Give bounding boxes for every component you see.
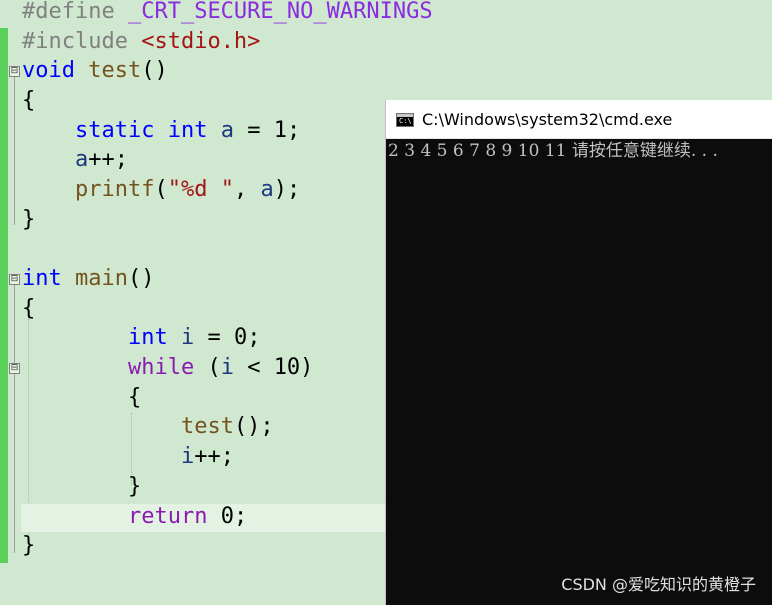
code-line[interactable]: return 0; <box>22 502 247 532</box>
keyword: int <box>22 266 62 291</box>
console-output: 2 3 4 5 6 7 8 9 10 11 请按任意键继续. . . <box>388 141 718 161</box>
code-line[interactable]: int main() <box>22 264 154 294</box>
macro-name: _CRT_SECURE_NO_WARNINGS <box>127 0 433 24</box>
csdn-watermark: CSDN @爱吃知识的黄橙子 <box>561 575 756 594</box>
code-line[interactable]: void test() <box>22 56 168 86</box>
code-text: } <box>22 533 36 558</box>
control-keyword: return <box>127 504 208 529</box>
code-text: () <box>127 266 155 291</box>
code-line[interactable]: int i = 0; <box>22 323 260 353</box>
function-name: printf <box>74 177 155 202</box>
code-text: 0; <box>207 504 248 529</box>
keyword: int <box>127 325 168 350</box>
code-text: < 10) <box>233 355 314 380</box>
code-line[interactable]: printf("%d ", a); <box>22 175 300 205</box>
code-text: ++; <box>194 444 234 469</box>
preprocessor-directive: #define <box>22 0 128 24</box>
code-text: ( <box>154 177 168 202</box>
code-text: { <box>22 296 36 321</box>
code-text: ); <box>273 177 301 202</box>
code-line[interactable]: #include <stdio.h> <box>22 27 260 57</box>
change-tracking-bar <box>0 28 8 563</box>
control-keyword: while <box>127 355 195 380</box>
fold-guide-test <box>14 77 15 225</box>
code-text: () <box>141 58 168 83</box>
code-text: { <box>127 385 142 410</box>
code-line[interactable]: test(); <box>22 412 274 442</box>
code-line[interactable]: } <box>22 531 35 561</box>
variable: i <box>180 325 195 350</box>
code-line[interactable]: { <box>22 383 141 413</box>
string-literal: "%d " <box>167 177 234 202</box>
variable: a <box>260 177 274 202</box>
preprocessor-directive: #include <box>22 29 142 54</box>
variable: a <box>74 147 89 172</box>
include-path: <stdio.h> <box>141 29 261 54</box>
code-line[interactable]: while (i < 10) <box>22 353 313 383</box>
fold-guide-main <box>14 285 15 553</box>
collapse-toggle-icon[interactable]: ⊟ <box>9 363 20 374</box>
code-line[interactable]: #define _CRT_SECURE_NO_WARNINGS <box>22 0 433 27</box>
keyword: static <box>74 118 155 143</box>
code-text: } <box>22 207 36 232</box>
cmd-icon-prompt: C:\ <box>399 117 412 125</box>
code-text: = 1; <box>233 118 301 143</box>
code-text: (); <box>233 414 274 439</box>
console-titlebar[interactable]: C:\ C:\Windows\system32\cmd.exe <box>386 100 772 139</box>
code-text: } <box>127 474 142 499</box>
code-line[interactable]: i++; <box>22 442 234 472</box>
variable: a <box>220 118 234 143</box>
cmd-window-icon: C:\ <box>396 113 414 127</box>
collapse-toggle-icon[interactable]: ⊟ <box>9 66 20 77</box>
code-line[interactable]: } <box>22 472 141 502</box>
variable: i <box>220 355 234 380</box>
code-line[interactable]: { <box>22 294 35 324</box>
code-text: , <box>233 177 261 202</box>
function-name: test <box>88 58 142 83</box>
code-line[interactable]: } <box>22 205 35 235</box>
code-text: ++; <box>88 147 128 172</box>
code-line[interactable]: { <box>22 86 35 116</box>
code-line[interactable]: a++; <box>22 145 128 175</box>
variable: i <box>180 444 195 469</box>
collapse-toggle-icon[interactable]: ⊟ <box>9 274 20 285</box>
console-window[interactable]: C:\ C:\Windows\system32\cmd.exe 2 3 4 5 … <box>386 100 772 605</box>
function-name: main <box>75 266 128 291</box>
code-line[interactable]: static int a = 1; <box>22 116 300 146</box>
function-name: test <box>180 414 234 439</box>
keyword: void <box>22 58 75 83</box>
code-text: ( <box>194 355 221 380</box>
keyword: int <box>167 118 208 143</box>
console-title: C:\Windows\system32\cmd.exe <box>422 110 673 129</box>
code-text: { <box>22 88 36 113</box>
code-text: = 0; <box>194 325 261 350</box>
